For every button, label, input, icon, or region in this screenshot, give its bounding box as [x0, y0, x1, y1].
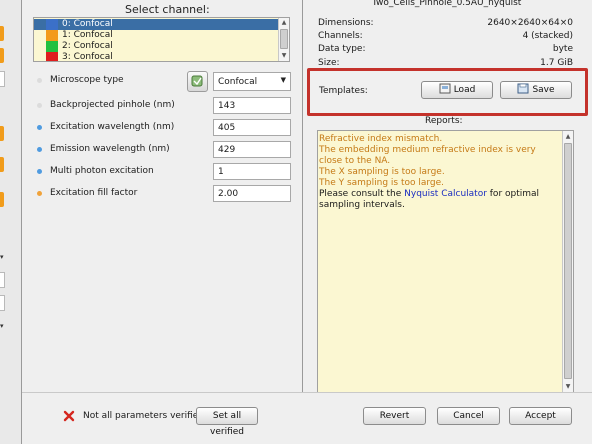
- status-dot: [37, 169, 42, 174]
- scroll-thumb[interactable]: [564, 143, 572, 379]
- channel-color-swatch: [46, 19, 58, 30]
- param-emission-wavelength: Emission wavelength (nm) 429: [34, 141, 291, 159]
- scroll-up-icon[interactable]: ▲: [563, 132, 573, 141]
- param-label: Multi photon excitation: [50, 166, 154, 176]
- channel-list-scrollbar[interactable]: ▲ ▼: [278, 18, 289, 61]
- orange-indicator: [0, 157, 4, 172]
- report-warning: The Y sampling is too large.: [319, 178, 445, 188]
- info-value: 1.7 GiB: [540, 58, 573, 68]
- select-value: Confocal: [218, 77, 258, 87]
- channel-item-0[interactable]: 0: Confocal: [34, 19, 279, 30]
- partial-field[interactable]: [0, 71, 5, 87]
- multi-photon-input[interactable]: 1: [213, 163, 291, 180]
- reports-scrollbar[interactable]: ▲ ▼: [562, 131, 573, 392]
- partial-field[interactable]: [0, 272, 5, 288]
- info-data-type: Data type: byte: [318, 44, 573, 56]
- info-label: Channels:: [318, 31, 363, 41]
- status-dot: [37, 103, 42, 108]
- load-icon: [439, 83, 451, 94]
- info-dimensions: Dimensions: 2640×2640×64×0: [318, 18, 573, 30]
- channel-color-swatch: [46, 41, 58, 52]
- info-channels: Channels: 4 (stacked): [318, 31, 573, 43]
- orange-indicator: [0, 48, 4, 63]
- status-dot: [37, 125, 42, 130]
- status-dot: [37, 191, 42, 196]
- param-label: Emission wavelength (nm): [50, 144, 170, 154]
- panel-divider: [302, 0, 303, 392]
- channel-item-1[interactable]: 1: Confocal: [34, 30, 279, 41]
- report-warning: Refractive index mismatch.: [319, 134, 443, 144]
- param-multi-photon: Multi photon excitation 1: [34, 163, 291, 181]
- channel-item-2[interactable]: 2: Confocal: [34, 41, 279, 52]
- cancel-button[interactable]: Cancel: [437, 407, 500, 425]
- backprojected-pinhole-input[interactable]: 143: [213, 97, 291, 114]
- info-label: Size:: [318, 58, 340, 68]
- channel-color-swatch: [46, 30, 58, 41]
- channel-label: 1: Confocal: [62, 30, 113, 40]
- accept-button[interactable]: Accept: [509, 407, 572, 425]
- param-label: Excitation wavelength (nm): [50, 122, 175, 132]
- param-label: Microscope type: [50, 75, 124, 85]
- excitation-fill-factor-input[interactable]: 2.00: [213, 185, 291, 202]
- status-dot: [37, 147, 42, 152]
- scroll-up-icon[interactable]: ▲: [279, 18, 289, 27]
- param-excitation-wavelength: Excitation wavelength (nm) 405: [34, 119, 291, 137]
- nyquist-calculator-link[interactable]: Nyquist Calculator: [404, 189, 487, 199]
- save-template-button[interactable]: Save: [500, 81, 572, 99]
- microscope-icon: [191, 75, 203, 87]
- info-value: byte: [552, 44, 573, 54]
- info-value: 4 (stacked): [522, 31, 573, 41]
- channel-label: 0: Confocal: [62, 19, 113, 29]
- save-icon: [517, 83, 529, 94]
- param-backprojected-pinhole: Backprojected pinhole (nm) 143: [34, 97, 291, 115]
- info-label: Data type:: [318, 44, 366, 54]
- footer-divider: [22, 392, 592, 393]
- report-warning: The embedding medium refractive index is…: [319, 145, 536, 166]
- image-filename: Two_Cells_Pinhole_0.5AU_nyquist: [372, 0, 522, 8]
- load-label: Load: [453, 85, 476, 95]
- report-consult-line: Please consult the Nyquist Calculator fo…: [319, 189, 561, 211]
- param-label: Backprojected pinhole (nm): [50, 100, 175, 110]
- left-panel-strip: ▾ ▾: [0, 0, 22, 444]
- info-label: Dimensions:: [318, 18, 374, 28]
- channel-list[interactable]: 0: Confocal 1: Confocal 2: Confocal 3: C…: [33, 17, 290, 62]
- partial-field[interactable]: [0, 295, 5, 311]
- channel-label: 3: Confocal: [62, 52, 113, 62]
- template-picker-button[interactable]: [187, 71, 208, 92]
- select-channel-title: Select channel:: [125, 3, 210, 16]
- param-label: Excitation fill factor: [50, 188, 138, 198]
- excitation-wavelength-input[interactable]: 405: [213, 119, 291, 136]
- scroll-down-icon[interactable]: ▼: [563, 382, 573, 391]
- channel-label: 2: Confocal: [62, 41, 113, 51]
- orange-indicator: [0, 26, 4, 41]
- channel-color-swatch: [46, 52, 58, 61]
- status-dot: [37, 78, 42, 83]
- scroll-down-icon[interactable]: ▼: [279, 51, 289, 60]
- scroll-thumb[interactable]: [280, 29, 288, 49]
- consult-prefix: Please consult the: [319, 189, 405, 199]
- save-label: Save: [532, 85, 555, 95]
- verify-status-text: Not all parameters verified: [83, 411, 205, 421]
- microscope-type-select[interactable]: Confocal ▼: [213, 72, 291, 91]
- reports-title: Reports:: [425, 116, 463, 126]
- set-all-verified-button[interactable]: Set all verified: [196, 407, 258, 437]
- orange-indicator: [0, 192, 4, 207]
- load-template-button[interactable]: Load: [421, 81, 493, 99]
- chevron-down-icon: ▼: [280, 76, 286, 84]
- channel-item-3[interactable]: 3: Confocal: [34, 52, 279, 62]
- param-microscope-type: Microscope type Confocal ▼: [34, 71, 291, 92]
- emission-wavelength-input[interactable]: 429: [213, 141, 291, 158]
- info-value: 2640×2640×64×0: [487, 18, 573, 28]
- orange-indicator: [0, 126, 4, 141]
- chevron-down-icon[interactable]: ▾: [0, 249, 6, 265]
- report-warning: The X sampling is too large.: [319, 167, 445, 177]
- reports-panel[interactable]: Refractive index mismatch. The embedding…: [317, 130, 574, 393]
- param-excitation-fill-factor: Excitation fill factor 2.00: [34, 185, 291, 203]
- templates-label: Templates:: [319, 86, 368, 96]
- chevron-down-icon[interactable]: ▾: [0, 318, 6, 334]
- error-x-icon: [63, 410, 75, 422]
- revert-button[interactable]: Revert: [363, 407, 426, 425]
